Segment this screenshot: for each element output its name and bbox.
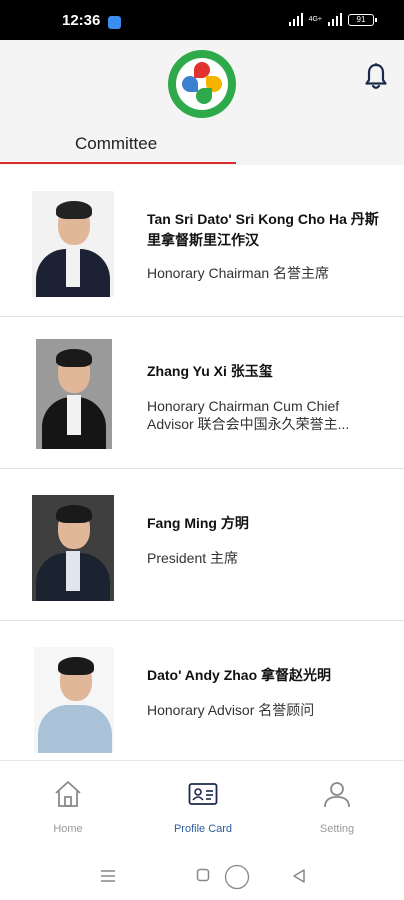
member-title: Honorary Advisor 名誉顾问 bbox=[147, 702, 315, 718]
system-nav-bar bbox=[0, 840, 404, 900]
battery-level: 91 bbox=[356, 14, 366, 24]
nav-setting[interactable]: Setting bbox=[282, 777, 392, 835]
user-icon bbox=[282, 777, 392, 811]
list-item[interactable]: Fang Ming 方明 President 主席 bbox=[0, 469, 404, 621]
list-item[interactable]: Dato' Andy Zhao 拿督赵光明 Honorary Advisor 名… bbox=[0, 621, 404, 760]
nav-profile-card[interactable]: Profile Card bbox=[148, 777, 258, 835]
member-name: Dato' Andy Zhao 拿督赵光明 bbox=[147, 667, 332, 683]
app-notification-icon bbox=[108, 16, 121, 29]
status-time: 12:36 bbox=[62, 12, 101, 29]
committee-list[interactable]: Tan Sri Dato' Sri Kong Cho Ha 丹斯里拿督斯里江作汉… bbox=[0, 165, 404, 760]
signal-icon-2 bbox=[328, 13, 342, 26]
active-tab-indicator bbox=[0, 162, 236, 164]
list-item[interactable]: Zhang Yu Xi 张玉玺 Honorary Chairman Cum Ch… bbox=[0, 317, 404, 469]
avatar bbox=[32, 495, 114, 601]
status-bar: 12:36 4G+ 91 bbox=[0, 0, 404, 40]
battery-icon: 91 bbox=[348, 13, 377, 26]
member-name: Tan Sri Dato' Sri Kong Cho Ha 丹斯里拿督斯里江作汉 bbox=[147, 211, 379, 248]
avatar bbox=[32, 191, 114, 297]
tab-committee[interactable]: Committee bbox=[75, 134, 157, 154]
avatar bbox=[36, 339, 112, 449]
home-icon bbox=[13, 777, 123, 811]
member-name: Fang Ming 方明 bbox=[147, 515, 249, 531]
profile-card-icon bbox=[148, 777, 258, 811]
bottom-nav: Home Profile Card Setting bbox=[0, 760, 404, 840]
list-item[interactable]: Tan Sri Dato' Sri Kong Cho Ha 丹斯里拿督斯里江作汉… bbox=[0, 165, 404, 317]
home-square-icon[interactable] bbox=[196, 868, 210, 887]
member-title: Honorary Chairman 名誉主席 bbox=[147, 265, 330, 281]
nav-home[interactable]: Home bbox=[13, 777, 123, 835]
member-title: President 主席 bbox=[147, 550, 239, 566]
nav-setting-label: Setting bbox=[319, 823, 355, 835]
network-type: 4G+ bbox=[308, 16, 322, 23]
signal-icon bbox=[288, 13, 303, 26]
home-circle-icon[interactable] bbox=[224, 864, 250, 895]
nav-profile-card-label: Profile Card bbox=[173, 823, 233, 835]
menu-icon[interactable] bbox=[100, 868, 116, 889]
header: Committee bbox=[0, 40, 404, 165]
member-name: Zhang Yu Xi 张玉玺 bbox=[147, 363, 273, 379]
back-icon[interactable] bbox=[292, 868, 306, 889]
nav-home-label: Home bbox=[53, 823, 83, 835]
member-title: Honorary Chairman Cum Chief Advisor 联合会中… bbox=[147, 398, 350, 432]
association-logo bbox=[168, 50, 236, 118]
avatar bbox=[34, 647, 114, 753]
bell-icon[interactable] bbox=[364, 62, 388, 90]
